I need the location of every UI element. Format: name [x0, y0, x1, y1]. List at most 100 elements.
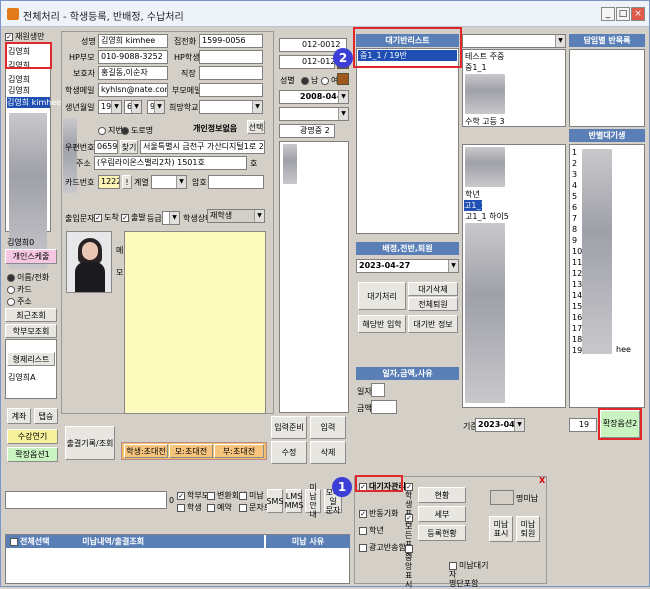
home-phone-input[interactable]: 1599-0056 [199, 34, 263, 48]
unpaid-check[interactable]: 미납 [239, 490, 264, 501]
card-alert-button[interactable]: ! [122, 175, 132, 189]
ad-return-check[interactable]: 광고반송함 [359, 542, 406, 553]
find-address-button[interactable]: 찾기 [120, 140, 138, 154]
active-only-check[interactable]: ✓ 재원생만 [5, 31, 44, 42]
workplace-input[interactable] [199, 66, 263, 80]
address-type-new-radio[interactable]: 도로명 [121, 125, 153, 136]
all-leave-button[interactable]: 전체퇴원 [408, 297, 458, 311]
password-input[interactable] [208, 175, 264, 189]
class-list-item-selected[interactable]: 고1_1 [464, 200, 486, 211]
history-list[interactable] [279, 141, 349, 413]
status-button[interactable]: 현황 [418, 487, 466, 503]
family-select[interactable]: ▼ [151, 175, 187, 189]
day-input[interactable] [371, 383, 385, 397]
zip-input[interactable]: 06591 [94, 140, 118, 154]
waitlist-list[interactable]: 중1_1 / 19반 [356, 48, 459, 234]
student-list-item[interactable]: 김영희 [8, 85, 30, 96]
gender-male-radio[interactable]: 남 [301, 75, 318, 86]
lms-mms-button[interactable]: LMS MMS [285, 489, 303, 513]
maximize-button[interactable]: □ [616, 7, 630, 21]
edit-button[interactable]: 수정 [271, 441, 307, 464]
waiting-number-list[interactable]: 1 2 3 4 5 6 7 8 9 10 11 12 13 14 15 16 17 18 19 hee [569, 144, 645, 408]
unpaid-show-button[interactable]: 미납 표시 [489, 516, 513, 542]
class-list-item[interactable]: 학년 [465, 189, 480, 200]
memo-textarea[interactable] [124, 231, 266, 414]
teacher-select[interactable]: ▼ [462, 34, 566, 48]
student-list-item-selected[interactable]: 김영희 kimhee [7, 97, 61, 108]
class-postpone-button[interactable]: 수강연기 [7, 429, 58, 444]
include-unpaid-check[interactable]: 미납대기자 명단포함 [449, 561, 489, 588]
registration-status-button[interactable]: 등록현황 [418, 525, 466, 541]
detail-button[interactable]: 세부 [418, 506, 466, 522]
prepare-input-button[interactable]: 입력준비 [271, 416, 307, 439]
class-list-item[interactable]: 중1_1 [465, 62, 487, 73]
reserve-check[interactable]: 예약 [207, 502, 232, 513]
invite-student-tag[interactable]: 학생:초대전 [124, 444, 168, 458]
photo-icon[interactable] [337, 73, 349, 85]
select-button[interactable]: 선택 [247, 120, 265, 134]
class-list-item[interactable]: 수학 고등 3 [465, 116, 505, 127]
unpaid-notice-button[interactable]: 미납 안내 [305, 483, 321, 519]
student-list-item[interactable]: 김영희 [8, 74, 30, 85]
select-all-check[interactable]: ✓ 전체선택 [10, 537, 49, 546]
gender-female-radio[interactable]: 여 [321, 75, 338, 86]
minimize-button[interactable]: _ [601, 7, 615, 21]
delete-button[interactable]: 삭제 [310, 441, 346, 464]
hope-school-select[interactable]: ▼ [199, 100, 263, 114]
to-student-check[interactable]: 학생 [177, 502, 202, 513]
unpaid-withdraw-button[interactable]: 미납 퇴원 [516, 516, 540, 542]
class-list-middle[interactable]: 학년 고1_1 고1_1 하이5 [462, 144, 566, 408]
address-line2-input[interactable]: (우림라이온스밸리2차) 1501호 [94, 156, 247, 170]
base-date-select[interactable]: 2023-04-27 ▼ [475, 418, 525, 432]
boarding-button[interactable]: 탭승 [34, 408, 58, 424]
school-input[interactable]: 광명중 2 [279, 124, 335, 138]
recent-lookup-button[interactable]: 최근조회 [5, 308, 57, 322]
leave-check[interactable]: ✓ 출발 [121, 212, 146, 223]
account-button[interactable]: 계좌 [7, 408, 31, 424]
birth-month-select[interactable]: 6 ▼ [124, 100, 142, 114]
close-x-icon[interactable]: X [539, 476, 545, 485]
center-display-check[interactable]: 중앙 표시 [405, 544, 415, 589]
search-by-card-radio[interactable]: 카드 [7, 284, 32, 295]
class-list[interactable]: 테스트 주중 중1_1 수학 고등 3 [462, 49, 566, 127]
consult-date-select[interactable]: 2008-04-02 ▼ [279, 90, 349, 104]
unpaid-count-input[interactable] [490, 490, 514, 505]
attendance-history-button[interactable]: 출결기록/조회 [65, 426, 115, 460]
wait-delete-button[interactable]: 대기삭제 [408, 282, 458, 296]
parent-lookup-button[interactable]: 학부모조회 [5, 324, 57, 338]
invite-father-tag[interactable]: 부:초대전 [214, 444, 264, 458]
student-list[interactable]: 김영희 김영희 김영희 김영희 김영희 kimhee [5, 42, 61, 269]
guardian-input[interactable]: 홍길동,이순자 [98, 66, 168, 80]
parent-email-input[interactable] [199, 83, 263, 97]
grade-select[interactable]: ▼ [162, 211, 180, 225]
name-input[interactable]: 김영희 kimhee [98, 34, 168, 48]
unpaid-attendance-table[interactable]: ✓ 전체선택 미납내역/출결조회 미납 사유 [5, 534, 350, 584]
to-parent-check[interactable]: ✓ 학부모 [177, 490, 209, 501]
sms-button[interactable]: SMS [266, 489, 284, 513]
arrive-check[interactable]: ✓ 도착 [94, 212, 119, 223]
join-class-button[interactable]: 해당반 입학 [358, 315, 406, 333]
parent-phone-input[interactable]: 010-9088-3252 [98, 50, 168, 64]
search-by-name-radio[interactable]: 이름/전화 [7, 272, 49, 283]
birth-year-select[interactable]: 1987▼ [98, 100, 122, 114]
motive-select[interactable]: ▼ [279, 107, 349, 121]
close-window-button[interactable]: × [631, 7, 645, 21]
birth-day-select[interactable]: 9 ▼ [147, 100, 165, 114]
search-by-address-radio[interactable]: 주소 [7, 296, 32, 307]
student-phone-input[interactable] [199, 50, 263, 64]
student-email-input[interactable]: kyhlsn@nate.com [98, 83, 168, 97]
message-input[interactable] [5, 491, 167, 509]
amount-input[interactable] [371, 400, 397, 414]
sibling-list-button[interactable]: 형제리스트 [7, 352, 55, 366]
grade-check[interactable]: 학년 [359, 525, 384, 536]
class-list-item[interactable]: 고1_1 하이5 [465, 211, 509, 222]
wait-class-info-button[interactable]: 대기반 정보 [408, 315, 458, 333]
enter-button[interactable]: 입력 [310, 416, 346, 439]
sync-class-check[interactable]: ✓ 반동기화 [359, 508, 398, 519]
assign-date-select[interactable]: 2023-04-27 ▼ [356, 259, 459, 273]
wait-process-button[interactable]: 대기처리 [358, 282, 406, 310]
teacher-class-list[interactable] [569, 49, 645, 127]
personal-schedule-button[interactable]: 개인스케줄 [5, 249, 57, 264]
student-status-select[interactable]: 재학생 ▼ [207, 209, 265, 223]
hakbun-input[interactable]: 012-012 [279, 55, 335, 69]
